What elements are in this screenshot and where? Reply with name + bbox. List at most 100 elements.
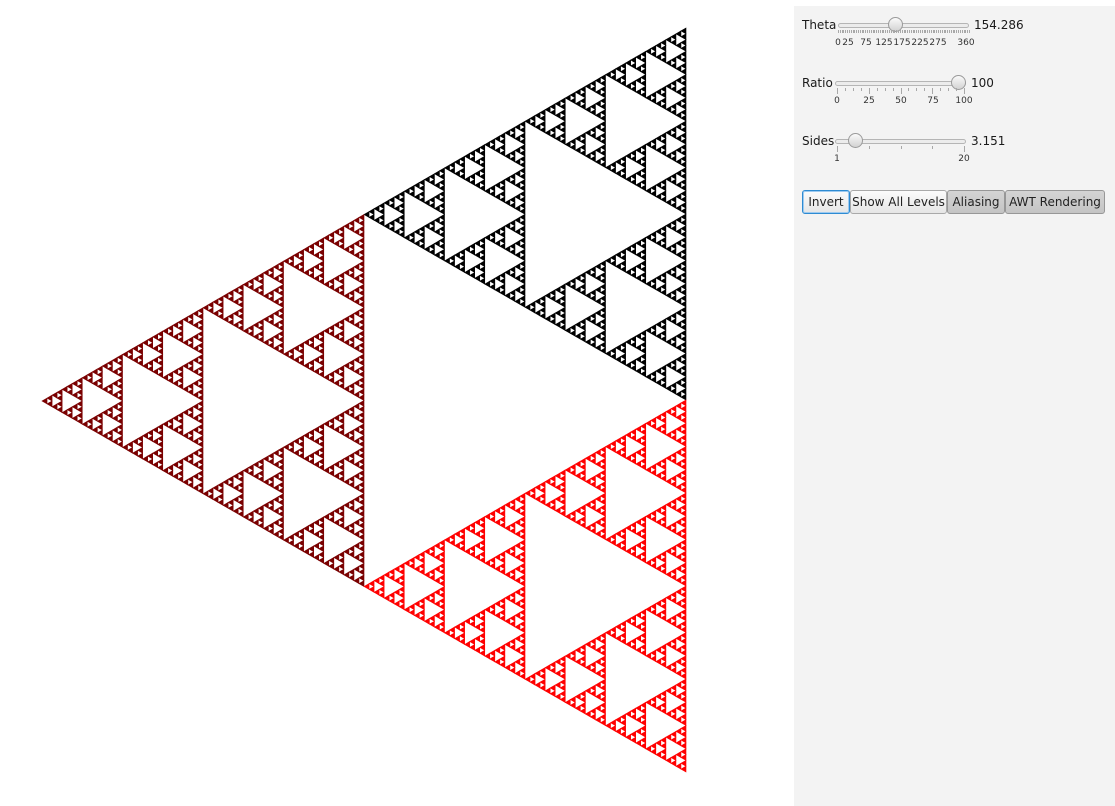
fractal-triangle	[670, 341, 677, 349]
fractal-triangle	[514, 611, 521, 619]
fractal-triangle	[584, 501, 591, 509]
fractal-triangle	[101, 362, 108, 370]
fractal-triangle	[157, 452, 164, 460]
fractal-triangle	[680, 201, 687, 209]
fractal-triangle	[192, 310, 199, 317]
fractal-triangle	[675, 716, 682, 724]
fractal-triangle	[297, 266, 304, 274]
fractal-triangle	[187, 411, 194, 419]
fractal-triangle	[630, 364, 636, 372]
fractal-triangle	[172, 321, 179, 329]
fractal-triangle	[514, 635, 521, 642]
fractal-triangle	[594, 716, 601, 724]
fractal-triangle	[680, 754, 687, 761]
fractal-canvas[interactable]	[0, 0, 794, 806]
fractal-triangle	[574, 274, 581, 282]
fractal-triangle	[217, 499, 224, 506]
fractal-triangle	[655, 646, 662, 654]
fractal-triangle	[619, 533, 626, 541]
fractal-triangle	[494, 274, 501, 282]
fractal-triangle	[328, 330, 335, 338]
fractal-triangle	[131, 345, 138, 352]
fractal-triangle	[630, 637, 636, 645]
fractal-triangle	[635, 541, 642, 549]
fractal-triangle	[519, 597, 526, 605]
show-all-levels-button[interactable]: Show All Levels	[850, 190, 947, 214]
fractal-triangle	[614, 355, 621, 363]
fractal-triangle	[469, 266, 475, 273]
fractal-triangle	[589, 79, 596, 87]
fractal-triangle	[86, 371, 93, 379]
fractal-triangle	[277, 318, 284, 326]
fractal-triangle	[61, 409, 68, 417]
fractal-triangle	[599, 713, 606, 721]
ratio-slider-track[interactable]	[835, 81, 966, 86]
fractal-triangle	[247, 330, 254, 338]
fractal-triangle	[635, 437, 642, 445]
fractal-triangle	[292, 263, 299, 271]
fractal-triangle	[177, 458, 184, 466]
fractal-triangle	[529, 486, 536, 494]
fractal-triangle	[675, 727, 682, 735]
fractal-triangle	[569, 138, 576, 145]
fractal-triangle	[187, 336, 194, 344]
fractal-triangle	[630, 178, 636, 186]
fractal-triangle	[116, 382, 123, 390]
fractal-triangle	[212, 298, 219, 306]
aliasing-button[interactable]: Aliasing	[947, 190, 1005, 214]
fractal-triangle	[398, 208, 405, 215]
fractal-triangle	[640, 155, 647, 163]
fractal-triangle	[635, 76, 642, 84]
fractal-triangle	[519, 277, 526, 285]
fractal-triangle	[660, 736, 667, 744]
fractal-triangle	[303, 548, 309, 556]
theta-value: 154.286	[974, 18, 1024, 32]
fractal-triangle	[650, 701, 657, 709]
fractal-triangle	[338, 411, 345, 419]
fractal-triangle	[640, 707, 647, 715]
fractal-triangle	[640, 50, 647, 58]
fractal-triangle	[675, 669, 682, 677]
fractal-triangle	[670, 736, 677, 744]
fractal-triangle	[680, 440, 687, 448]
fractal-triangle	[680, 387, 687, 395]
fractal-triangle	[308, 452, 314, 460]
fractal-triangle	[353, 368, 360, 375]
fractal-triangle	[333, 286, 340, 294]
fractal-triangle	[348, 522, 355, 529]
fractal-triangle	[247, 283, 254, 291]
fractal-triangle	[660, 97, 667, 105]
fractal-triangle	[504, 594, 511, 602]
fractal-triangle	[338, 330, 345, 338]
fractal-triangle	[479, 638, 486, 645]
fractal-triangle	[519, 190, 526, 198]
fractal-triangle	[343, 338, 350, 346]
theta-slider-track[interactable]	[838, 23, 969, 28]
invert-button[interactable]: Invert	[802, 190, 850, 214]
fractal-triangle	[358, 446, 365, 454]
fractal-triangle	[111, 368, 118, 376]
fractal-triangle	[609, 254, 616, 262]
fractal-triangle	[675, 332, 682, 340]
fractal-triangle	[353, 530, 360, 538]
fractal-triangle	[277, 260, 284, 268]
fractal-triangle	[433, 251, 440, 259]
fractal-triangle	[458, 620, 465, 628]
fractal-triangle	[308, 243, 314, 250]
fractal-triangle	[267, 312, 274, 320]
fractal-triangle	[308, 429, 314, 436]
fractal-triangle	[549, 289, 556, 297]
fractal-triangle	[534, 495, 541, 503]
awt-rendering-button[interactable]: AWT Rendering	[1005, 190, 1105, 214]
fractal-triangle	[544, 501, 551, 509]
fractal-triangle	[172, 379, 179, 387]
fractal-triangle	[569, 283, 576, 291]
slider-tick	[924, 88, 926, 91]
fractal-triangle	[569, 97, 576, 105]
fractal-triangle	[519, 225, 526, 233]
fractal-triangle	[363, 583, 370, 590]
fractal-triangle	[86, 417, 93, 425]
fractal-triangle	[680, 184, 687, 192]
fractal-triangle	[680, 294, 687, 302]
fractal-triangle	[388, 202, 395, 210]
